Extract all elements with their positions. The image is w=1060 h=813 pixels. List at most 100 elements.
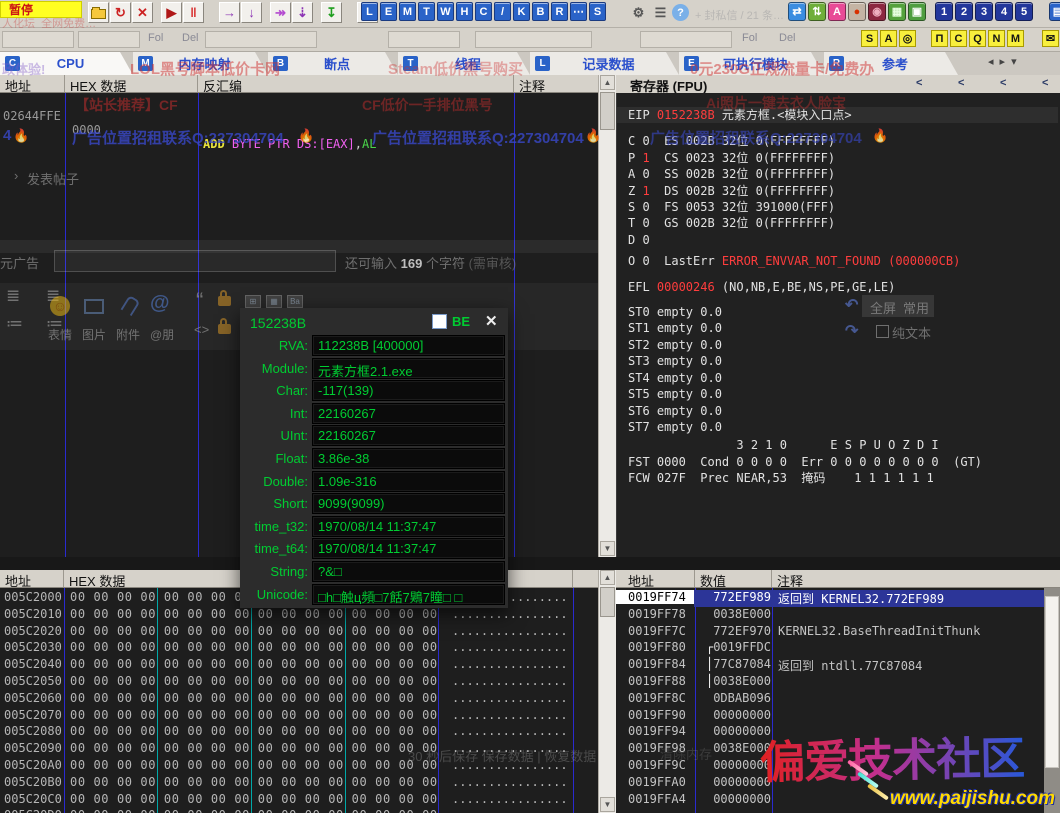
restart-button[interactable]: ↻ (110, 2, 131, 23)
scroll-thumb[interactable] (600, 587, 615, 617)
list-icon[interactable]: ≔ (6, 314, 23, 334)
window-shortcut-h-button[interactable]: H (456, 2, 473, 21)
lock-icon[interactable] (218, 296, 231, 306)
dump-row[interactable]: 005C20C000 00 00 00 00 00 00 00 00 00 00… (0, 792, 598, 809)
dump-row[interactable]: 005C201000 00 00 00 00 00 00 00 00 00 00… (0, 607, 598, 624)
run-button[interactable]: ▶ (161, 2, 182, 23)
execute-till-return-button[interactable]: ↧ (321, 2, 342, 23)
code-icon[interactable]: <> (194, 322, 209, 337)
yellow-button-Q[interactable]: Q (969, 30, 986, 47)
updown-button[interactable]: ⇅ (808, 2, 826, 21)
yellow-button-N[interactable]: N (988, 30, 1005, 47)
scroll-thumb[interactable] (1045, 596, 1059, 768)
ad-overlay-text[interactable]: 广告位置招租联系Q:227304704 (372, 127, 584, 148)
image-icon[interactable] (84, 299, 104, 314)
dump-row[interactable]: 005C205000 00 00 00 00 00 00 00 00 00 00… (0, 674, 598, 691)
num-5-button[interactable]: 5 (1015, 2, 1033, 21)
window-shortcut-e-button[interactable]: E (380, 2, 397, 21)
open-folder-button[interactable] (88, 2, 109, 23)
yellow-button-◎[interactable]: ◎ (899, 30, 916, 47)
col-header-comment[interactable]: 注释 (772, 570, 1060, 587)
target-button[interactable]: ◉ (868, 2, 886, 21)
scroll-up-icon[interactable]: ▲ (600, 75, 615, 90)
window-shortcut-t-button[interactable]: T (418, 2, 435, 21)
yellow-button-C[interactable]: C (950, 30, 967, 47)
dump-row[interactable]: 005C204000 00 00 00 00 00 00 00 00 00 00… (0, 657, 598, 674)
window-shortcut-m-button[interactable]: M (399, 2, 416, 21)
record-button[interactable]: ● (848, 2, 866, 21)
popup-titlebar[interactable]: 152238B BE ✕ (240, 308, 508, 335)
dump-row[interactable]: 005C207000 00 00 00 00 00 00 00 00 00 00… (0, 708, 598, 725)
yellow-button-Π[interactable]: Π (931, 30, 948, 47)
disasm-row[interactable]: 02644FFE 0000 ADD BYTE PTR DS:[EAX],AL (0, 95, 43, 111)
quote-icon[interactable]: “ (196, 288, 203, 314)
popup-field-value[interactable]: 元素方框2.1.exe (312, 358, 505, 379)
tab-断点[interactable]: B断点 (268, 52, 398, 75)
tab-记录数据[interactable]: L记录数据 (530, 52, 679, 75)
window-shortcut-c-button[interactable]: C (475, 2, 492, 21)
stack-row[interactable]: 0019FF780038E000 (616, 607, 1044, 624)
popup-field-value[interactable]: 1.09e-316 (312, 471, 505, 492)
dump-row[interactable]: 005C20D000 00 00 00 00 00 00 00 00 00 00… (0, 808, 598, 813)
redo-arrow-icon[interactable]: ↷ (845, 321, 858, 341)
popup-field-value[interactable]: 3.86e-38 (312, 448, 505, 469)
window-shortcut-l-button[interactable]: L (361, 2, 378, 21)
num-1-button[interactable]: 1 (935, 2, 953, 21)
col-header-address[interactable]: 地址 (616, 570, 695, 587)
num-2-button[interactable]: 2 (955, 2, 973, 21)
step-into-button[interactable]: → (219, 2, 240, 23)
pause-button[interactable]: ‖ (183, 2, 204, 23)
scroll-thumb[interactable] (600, 92, 615, 130)
scroll-up-icon[interactable]: ▲ (600, 570, 615, 585)
step-over-button[interactable]: ↓ (241, 2, 262, 23)
ad-overlay-text[interactable]: 广告位置招租联系Q:227304704 (650, 127, 862, 148)
tab-scroll-icon[interactable]: ▸ (1000, 55, 1006, 68)
stack-row[interactable]: 0019FF7C772EF970KERNEL32.BaseThreadInitT… (616, 624, 1044, 641)
collapse-icon[interactable]: < (916, 77, 922, 89)
collapse-icon[interactable]: < (1000, 77, 1006, 89)
memory-dump-pane[interactable]: 005C200000 00 00 00 00 00 00 00 00 00 00… (0, 588, 598, 813)
post-thread-link[interactable]: 发表帖子 (27, 169, 79, 188)
options-list-button[interactable]: ☰ (650, 2, 671, 23)
common-toggle[interactable]: 常用 (903, 298, 929, 317)
window-shortcut-s-button[interactable]: S (589, 2, 606, 21)
tab-scroll-icon[interactable]: ◂ (988, 55, 994, 68)
popup-field-value[interactable]: 22160267 (312, 425, 505, 446)
align-icon[interactable]: ≣ (6, 286, 20, 306)
dump-scrollbar[interactable]: ▲ ▼ (598, 570, 616, 813)
swap-button[interactable]: ⇄ (788, 2, 806, 21)
col-header-address[interactable]: 地址 (0, 570, 64, 587)
mail-button[interactable]: ✉ (1042, 30, 1059, 47)
undo-arrow-icon[interactable]: ↶ (845, 295, 858, 315)
plaintext-checkbox[interactable] (876, 325, 889, 338)
num-4-button[interactable]: 4 (995, 2, 1013, 21)
yellow-button-S[interactable]: S (861, 30, 878, 47)
mention-icon[interactable]: @ (150, 292, 170, 315)
options-wrench-button[interactable]: ⚙ (628, 2, 649, 23)
horizontal-splitter[interactable] (0, 557, 1060, 570)
disasm-scrollbar[interactable]: ▲ ▼ (598, 75, 616, 557)
fullscreen-toggle[interactable]: 全屏 (870, 298, 896, 317)
data-inspector-popup[interactable]: 152238B BE ✕ RVA:112238B [400000]Module:… (240, 308, 508, 608)
yellow-button-M[interactable]: M (1007, 30, 1024, 47)
popup-field-value[interactable]: -117(139) (312, 380, 505, 401)
dump-row[interactable]: 005C202000 00 00 00 00 00 00 00 00 00 00… (0, 624, 598, 641)
dump-row[interactable]: 005C208000 00 00 00 00 00 00 00 00 00 00… (0, 724, 598, 741)
stack-row[interactable]: 0019FF8C0DBAB096 (616, 691, 1044, 708)
trace-button[interactable]: ⇣ (292, 2, 313, 23)
scroll-down-icon[interactable]: ▼ (600, 541, 615, 556)
close-icon[interactable]: ✕ (485, 312, 498, 330)
title-input[interactable] (54, 250, 336, 272)
popup-field-value[interactable]: 9099(9099) (312, 493, 505, 514)
popup-field-value[interactable]: 1970/08/14 11:37:47 (312, 516, 505, 537)
dump-row[interactable]: 005C206000 00 00 00 00 00 00 00 00 00 00… (0, 691, 598, 708)
big-endian-checkbox[interactable] (432, 314, 447, 329)
popup-field-value[interactable]: 112238B [400000] (312, 335, 505, 356)
close-button[interactable]: ✕ (132, 2, 153, 23)
yellow-button-A[interactable]: A (880, 30, 897, 47)
collapse-icon[interactable]: < (1042, 77, 1048, 89)
window-shortcut-x-button[interactable]: / (494, 2, 511, 21)
scroll-down-icon[interactable]: ▼ (600, 797, 615, 812)
help-button[interactable]: ? (672, 4, 689, 21)
window-shortcut-w-button[interactable]: W (437, 2, 454, 21)
